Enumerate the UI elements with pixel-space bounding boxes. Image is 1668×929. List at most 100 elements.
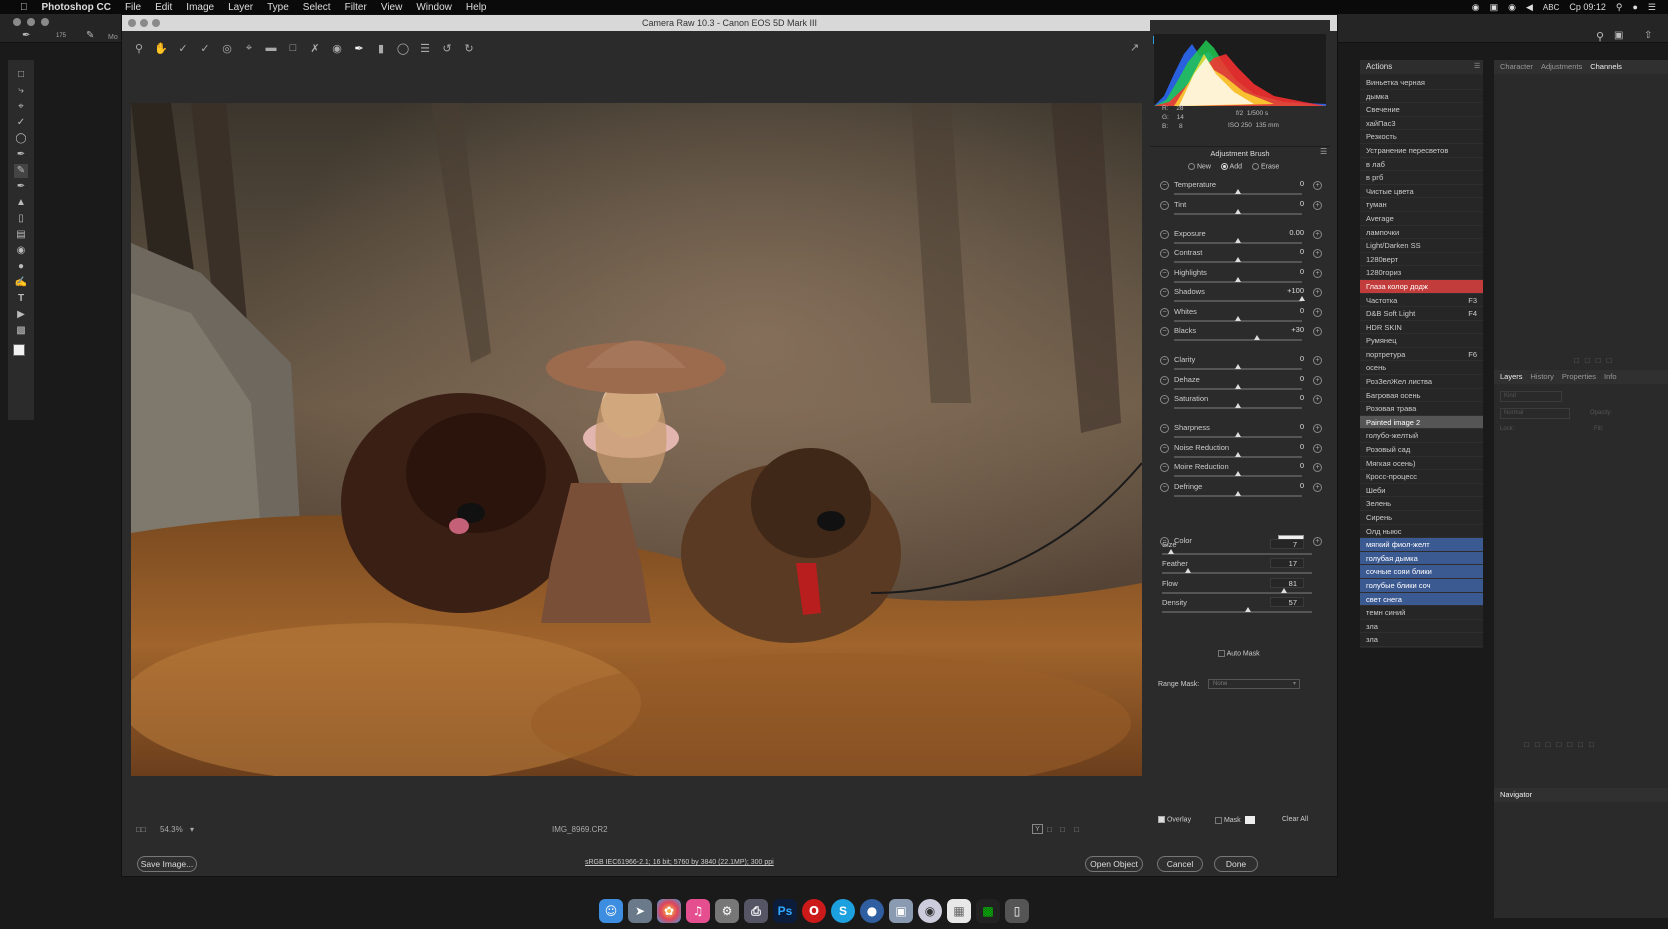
defringe-thumb[interactable] [1235, 491, 1241, 496]
compare-icon[interactable]: □ [1047, 825, 1052, 834]
action-item[interactable]: Свечение [1360, 103, 1483, 117]
image-preview[interactable] [131, 103, 1142, 776]
healing-tool-icon[interactable]: ◯ [14, 132, 28, 146]
targeted-adjustment-tool-icon[interactable]: ◎ [220, 42, 234, 55]
action-item[interactable]: в лаб [1360, 158, 1483, 172]
brush-density-track[interactable] [1162, 611, 1312, 613]
action-item[interactable]: Румянец [1360, 334, 1483, 348]
highlights-thumb[interactable] [1235, 277, 1241, 282]
network-icon[interactable]: ● [860, 899, 884, 923]
blacks-value[interactable]: +30 [1276, 325, 1310, 335]
action-item[interactable]: голубо-желтый [1360, 429, 1483, 444]
itunes-icon[interactable]: ♫ [686, 899, 710, 923]
status-icon[interactable]: ◉ [1472, 2, 1480, 13]
brush-density-thumb[interactable] [1244, 607, 1251, 612]
noise-reduction-minus-icon[interactable]: − [1160, 444, 1169, 453]
action-item[interactable]: Light/Darken SS [1360, 239, 1483, 253]
action-item[interactable]: темн синий [1360, 606, 1483, 620]
cancel-button[interactable]: Cancel [1157, 856, 1203, 872]
tint-minus-icon[interactable]: − [1160, 201, 1169, 210]
tab-properties[interactable]: Properties [1562, 370, 1596, 384]
adjustment-brush-tool-icon[interactable]: ✒ [352, 42, 366, 55]
blend-mode-select[interactable]: Normal [1500, 408, 1570, 419]
blacks-minus-icon[interactable]: − [1160, 327, 1169, 336]
temperature-value[interactable]: 0 [1276, 179, 1310, 189]
lasso-tool-icon[interactable]: ⤷ [14, 84, 28, 98]
opera-icon[interactable]: O [802, 899, 826, 923]
dialog-close-icon[interactable] [128, 19, 136, 27]
sharpness-plus-icon[interactable]: + [1313, 424, 1322, 433]
dodge-tool-icon[interactable]: ● [14, 260, 28, 274]
overlay-checkbox[interactable] [1158, 816, 1165, 823]
path-select-tool-icon[interactable]: ▶ [14, 308, 28, 322]
brush-density-value[interactable]: 57 [1270, 597, 1304, 607]
swap-icon[interactable]: □ [1060, 825, 1065, 834]
clarity-plus-icon[interactable]: + [1313, 356, 1322, 365]
crop-tool-icon[interactable]: ⌖ [14, 100, 28, 114]
clarity-value[interactable]: 0 [1276, 354, 1310, 364]
action-item[interactable]: Average [1360, 212, 1483, 226]
gradient-tool-icon[interactable]: ▤ [14, 228, 28, 242]
dehaze-minus-icon[interactable]: − [1160, 376, 1169, 385]
foreground-swatch[interactable] [13, 344, 25, 356]
marquee-tool-icon[interactable]: □ [14, 68, 28, 82]
dehaze-thumb[interactable] [1235, 384, 1241, 389]
default-colors-icon[interactable]: ▩ [14, 324, 28, 338]
zoom-dropdown-icon[interactable]: ▾ [190, 825, 194, 834]
action-item[interactable]: Частотка F3 [1360, 294, 1483, 308]
panel-menu-icon[interactable]: ☰ [1320, 147, 1327, 156]
blacks-plus-icon[interactable]: + [1313, 327, 1322, 336]
display-icon[interactable]: ▣ [1490, 2, 1499, 13]
action-item[interactable]: HDR SKIN [1360, 321, 1483, 335]
defringe-minus-icon[interactable]: − [1160, 483, 1169, 492]
zoom-level[interactable]: 54.3% [160, 825, 183, 834]
mode-erase-radio[interactable] [1252, 163, 1259, 170]
pen-tool-icon[interactable]: ✍ [14, 276, 28, 290]
photos-icon[interactable]: ✿ [657, 899, 681, 923]
share-icon[interactable]: ⇧ [1644, 30, 1652, 41]
action-item[interactable]: Розовая трава [1360, 402, 1483, 416]
action-item[interactable]: зла [1360, 633, 1483, 647]
moire-reduction-plus-icon[interactable]: + [1313, 463, 1322, 472]
stamp-tool-icon[interactable]: ▲ [14, 196, 28, 210]
menu-edit[interactable]: Edit [155, 2, 172, 13]
notifications-icon[interactable]: ☰ [1648, 2, 1656, 13]
action-item[interactable]: Олд ныюс [1360, 525, 1483, 539]
layer-kind-filter[interactable]: Kind [1500, 391, 1562, 402]
quicktime-icon[interactable]: ◉ [918, 899, 942, 923]
noise-reduction-thumb[interactable] [1235, 452, 1241, 457]
skype-icon[interactable]: S [831, 899, 855, 923]
action-item[interactable]: портретура F6 [1360, 348, 1483, 362]
tab-navigator[interactable]: Navigator [1500, 788, 1532, 802]
dehaze-value[interactable]: 0 [1276, 374, 1310, 384]
brush-tool-icon[interactable]: ✒ [14, 148, 28, 162]
fit-zoom-icon[interactable]: □□ [136, 825, 146, 834]
finder-icon[interactable]: ☺ [599, 899, 623, 923]
workflow-options-link[interactable]: sRGB IEC61966-2.1; 16 bit; 5760 by 3840 … [585, 859, 774, 866]
action-item[interactable]: Мягкая осень) [1360, 457, 1483, 471]
save-image-button[interactable]: Save Image... [137, 856, 197, 872]
volume-icon[interactable]: ◀ [1526, 2, 1533, 13]
action-item[interactable]: D&B Soft Light F4 [1360, 307, 1483, 321]
shadows-value[interactable]: +100 [1276, 286, 1310, 296]
preview-icon[interactable]: ▣ [889, 899, 913, 923]
mask-checkbox[interactable] [1215, 816, 1222, 824]
color-sampler-tool-icon[interactable]: ✓ [198, 42, 212, 55]
temperature-plus-icon[interactable]: + [1313, 181, 1322, 190]
menu-select[interactable]: Select [303, 2, 331, 13]
actions-tab[interactable]: Actions [1360, 60, 1483, 74]
apple-icon[interactable]:  [20, 2, 28, 13]
sharpness-value[interactable]: 0 [1276, 422, 1310, 432]
defringe-plus-icon[interactable]: + [1313, 483, 1322, 492]
action-item[interactable]: Виньетка черная [1360, 76, 1483, 90]
preview-toggle-icon[interactable]: Y [1032, 824, 1043, 834]
saturation-minus-icon[interactable]: − [1160, 395, 1169, 404]
brush-flow-thumb[interactable] [1280, 588, 1287, 593]
tint-value[interactable]: 0 [1276, 199, 1310, 209]
action-item[interactable]: Розовый сад [1360, 443, 1483, 457]
tab-info[interactable]: Info [1604, 370, 1617, 384]
menu-layer[interactable]: Layer [228, 2, 253, 13]
radial-filter-tool-icon[interactable]: ◯ [396, 42, 410, 55]
tab-channels[interactable]: Channels [1590, 60, 1622, 74]
saturation-plus-icon[interactable]: + [1313, 395, 1322, 404]
